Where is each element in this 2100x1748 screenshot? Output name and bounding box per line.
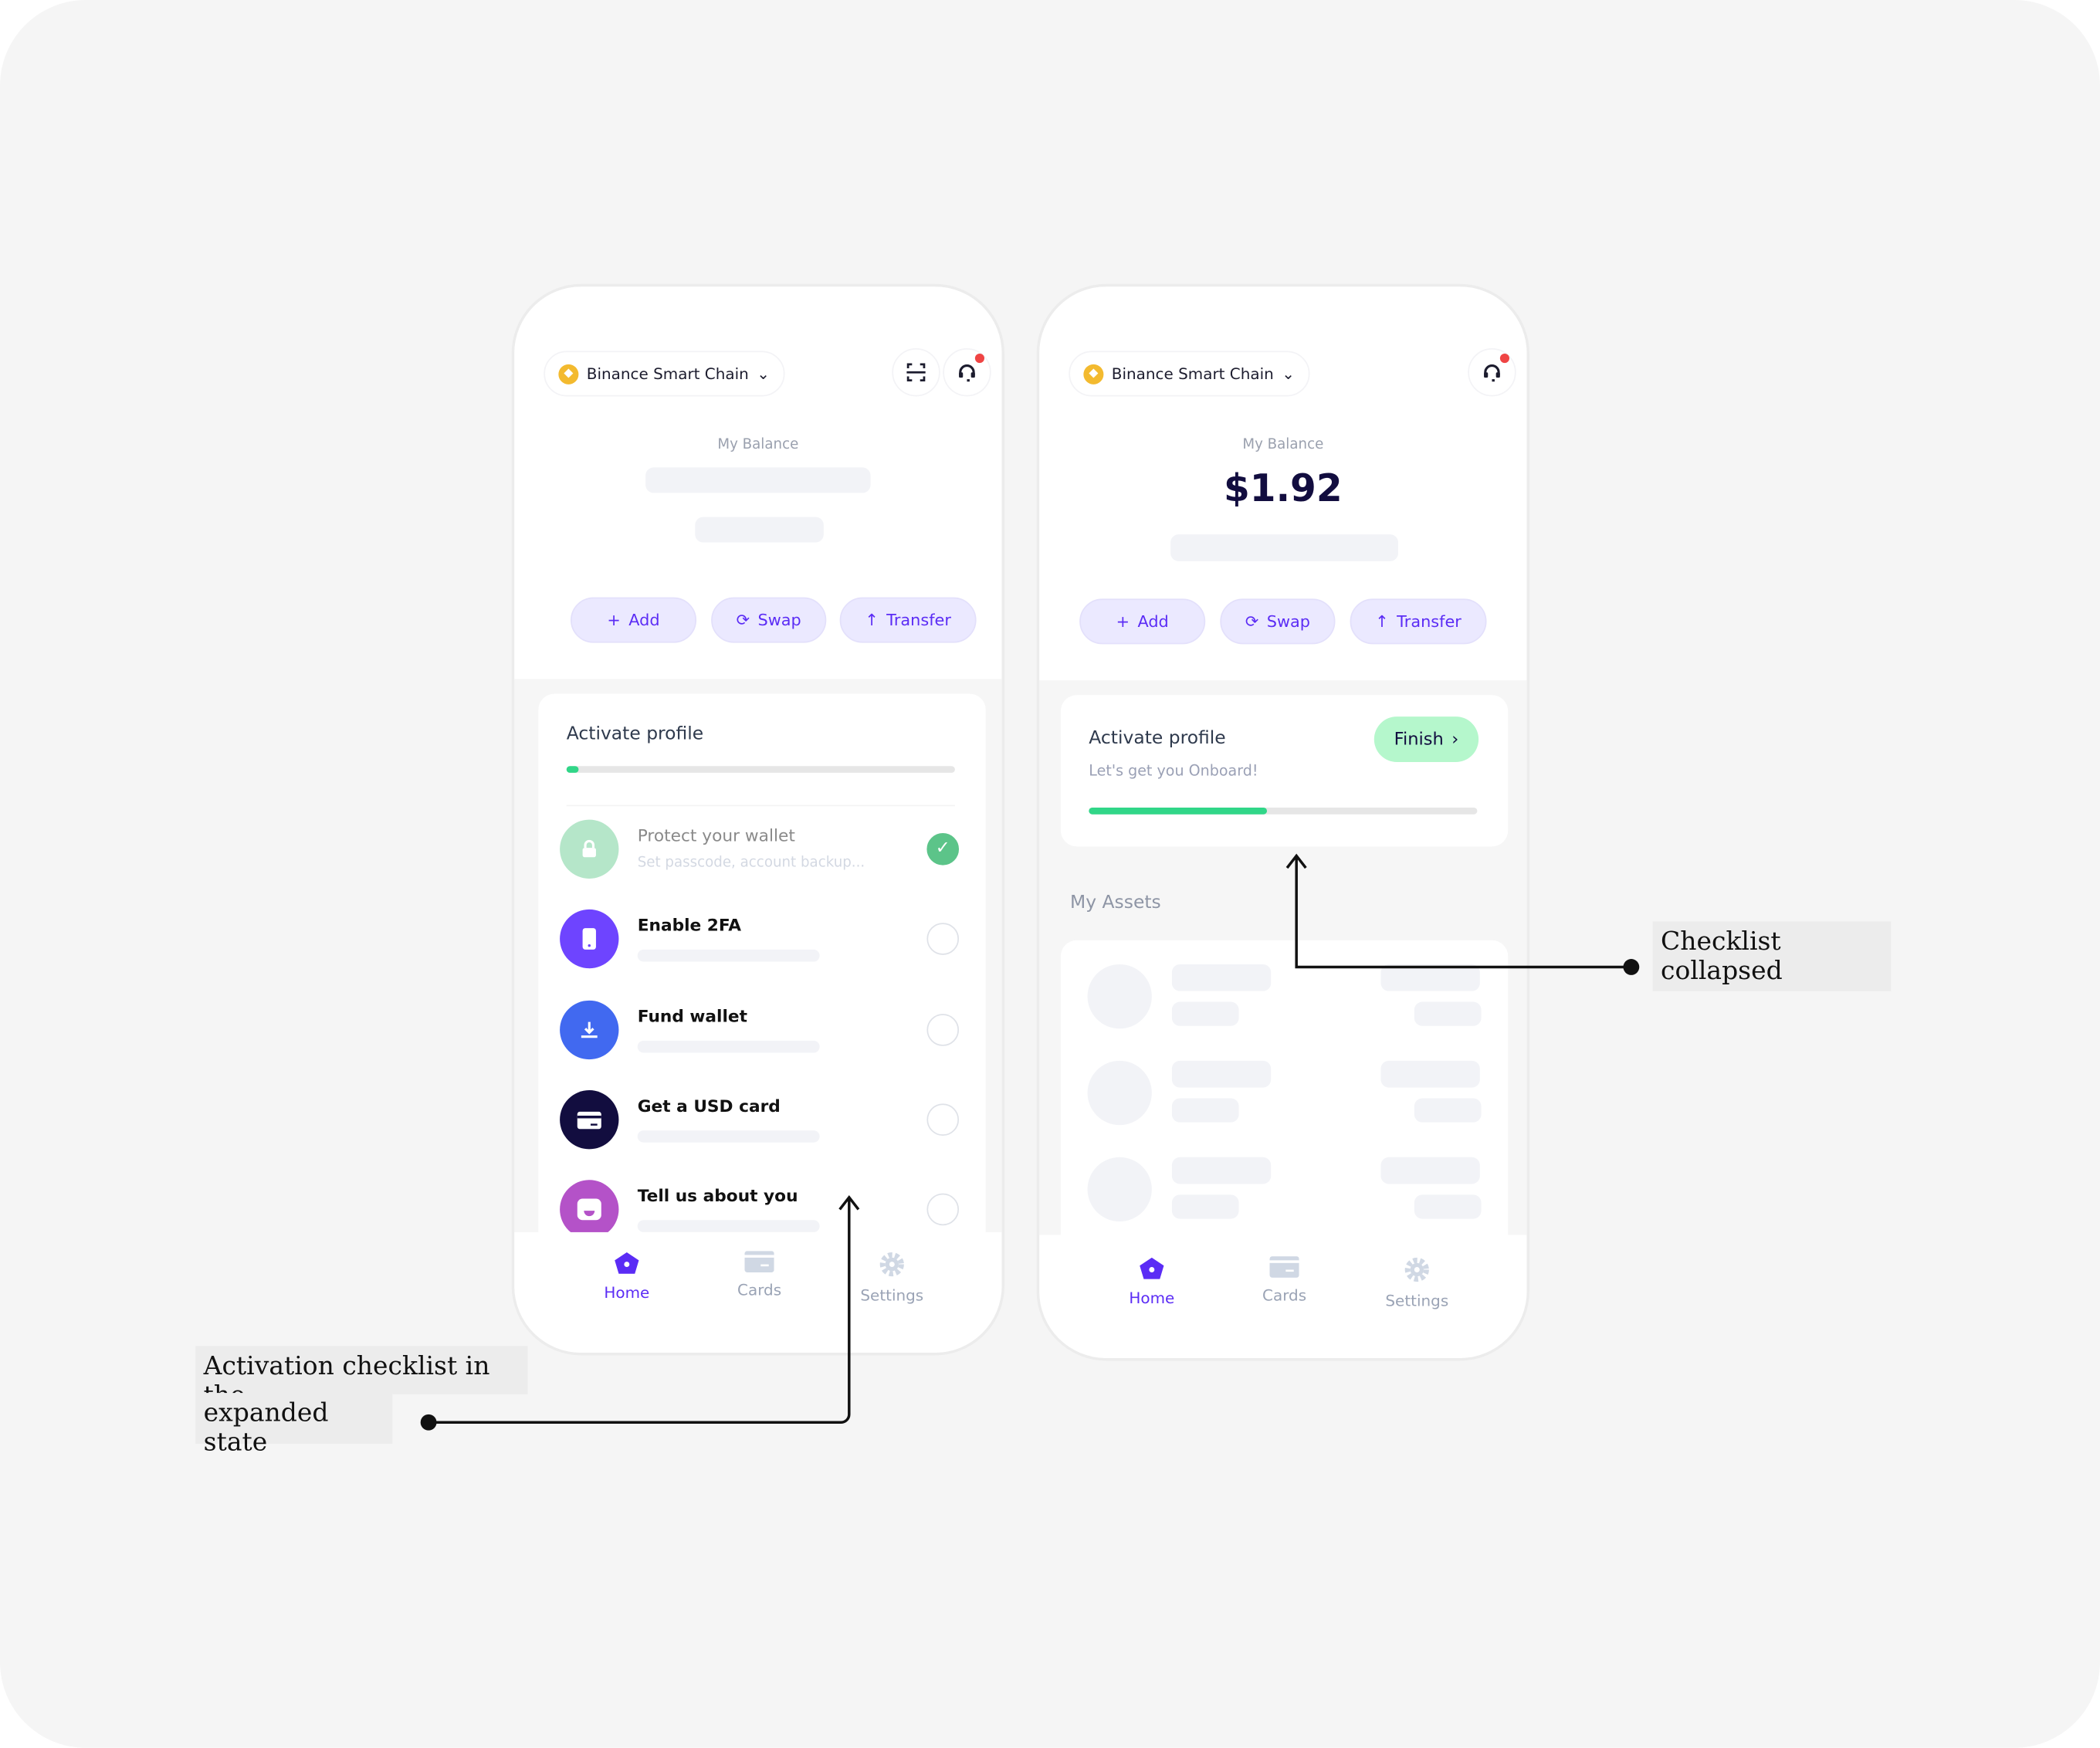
annotation-expanded-line2: expanded state	[195, 1393, 393, 1457]
connector-dot	[1623, 959, 1640, 975]
annotation-collapsed: Checklist collapsed	[1652, 921, 1892, 991]
connector-dot	[420, 1414, 437, 1431]
arrow-collapsed	[1285, 853, 1631, 969]
annotation-connectors	[420, 853, 1640, 1431]
annotation-expanded-line1: Activation checklist in the	[195, 1346, 528, 1411]
